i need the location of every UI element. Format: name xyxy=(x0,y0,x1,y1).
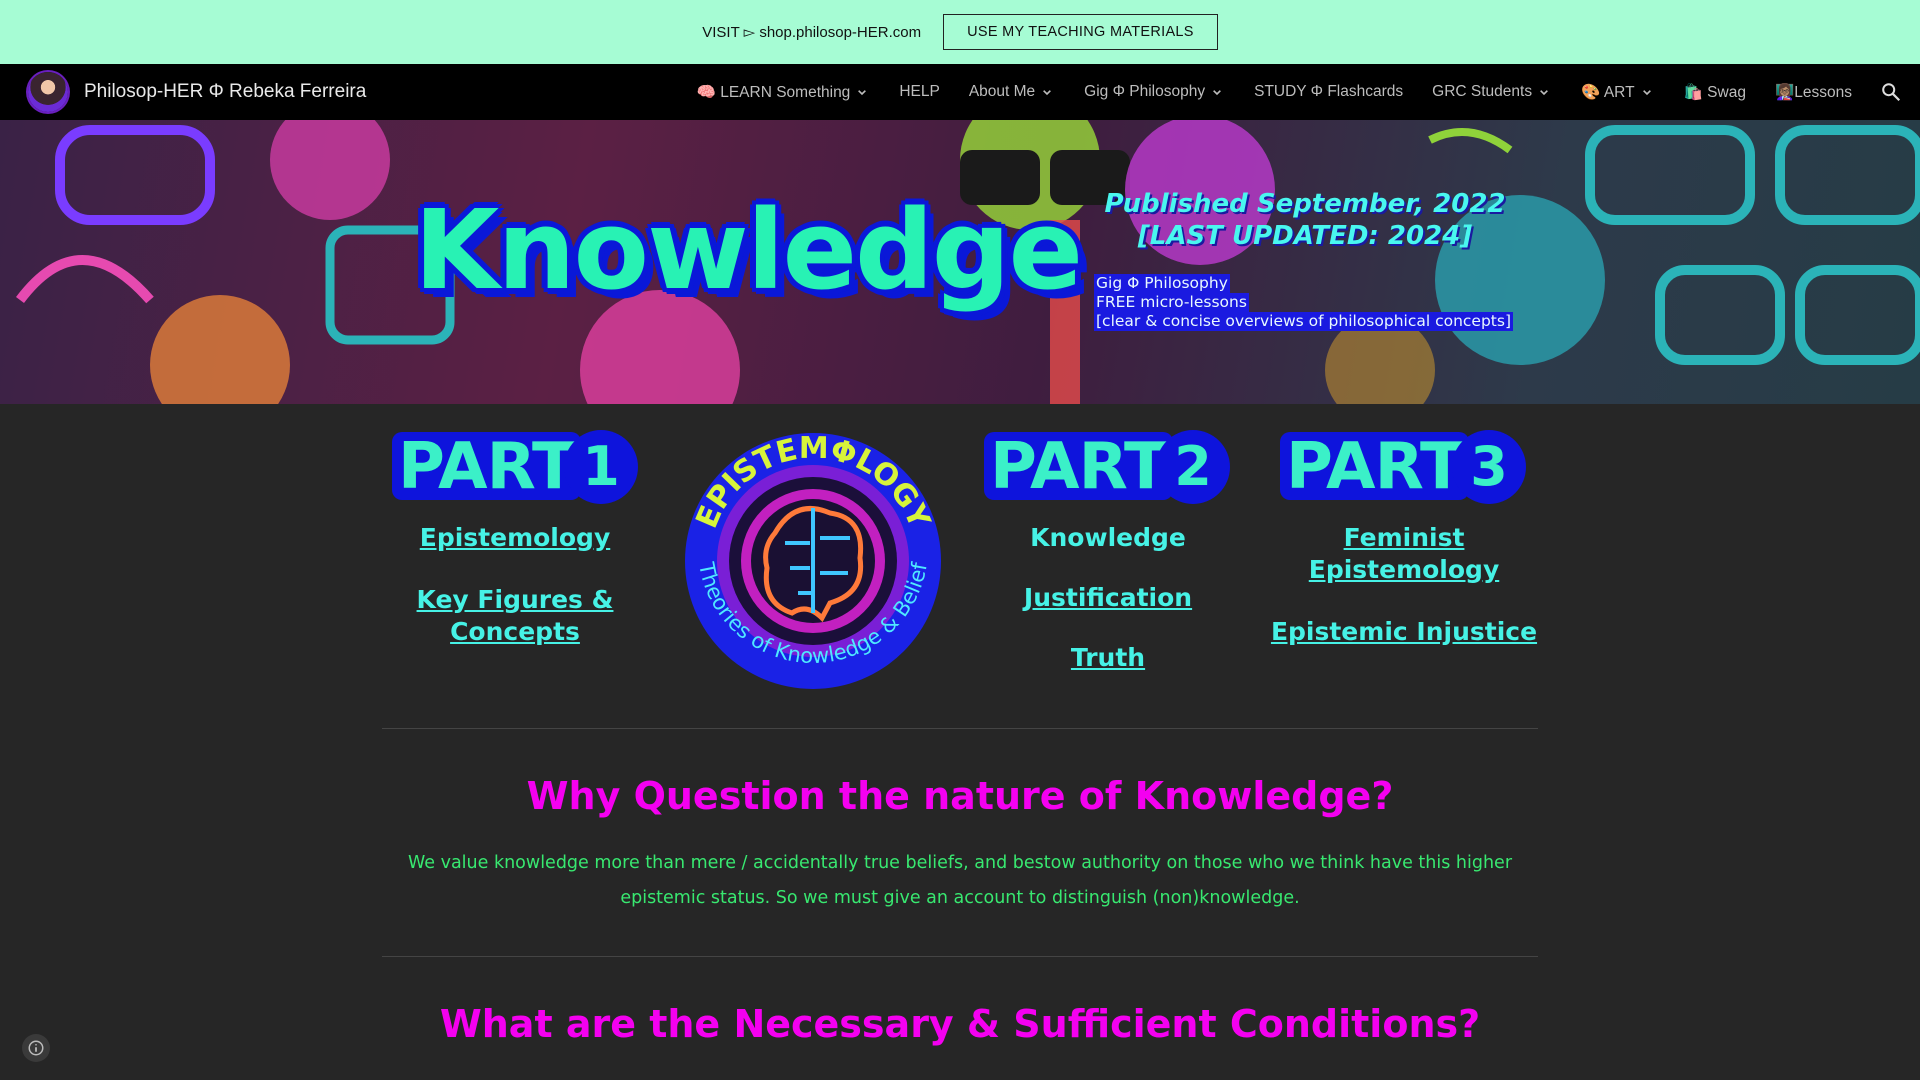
nav-item-label: 🧠 LEARN Something xyxy=(696,83,851,101)
nav-item-about[interactable]: About Me xyxy=(969,83,1055,101)
section-heading-why: Why Question the nature of Knowledge? xyxy=(526,774,1394,818)
part-3: PART 3 xyxy=(1280,430,1530,504)
teaching-materials-button[interactable]: USE MY TEACHING MATERIALS xyxy=(943,14,1218,50)
part-number: 3 xyxy=(1452,430,1526,504)
banner-title: Knowledge xyxy=(414,186,1083,314)
chevron-down-icon xyxy=(1043,90,1052,96)
link-truth[interactable]: Truth xyxy=(988,642,1228,674)
nav-items: 🧠 LEARN Something HELP About Me Gig Φ Ph… xyxy=(697,64,1852,120)
part-word: PART xyxy=(1280,432,1469,502)
gig-line: FREE micro-lessons xyxy=(1094,293,1249,312)
nav-item-study-flashcards[interactable]: STUDY Φ Flashcards xyxy=(1254,83,1403,101)
nav-item-help[interactable]: HELP xyxy=(899,83,940,101)
nav-item-label: HELP xyxy=(899,83,940,100)
nav-item-art[interactable]: 🎨 ART xyxy=(1581,83,1654,102)
nav-item-label: 🎨 ART xyxy=(1581,83,1635,101)
nav-item-lessons[interactable]: 👩🏽‍🏫Lessons xyxy=(1775,83,1852,102)
nav-item-label: STUDY Φ Flashcards xyxy=(1254,83,1404,100)
part-2: PART 2 xyxy=(984,430,1234,504)
chevron-down-icon xyxy=(1213,90,1222,96)
part-number: 1 xyxy=(564,430,638,504)
section-divider xyxy=(382,956,1538,957)
chevron-down-icon xyxy=(1540,90,1548,96)
part-number: 2 xyxy=(1156,430,1230,504)
site-info-button[interactable] xyxy=(22,1034,50,1062)
part-word: PART xyxy=(392,432,581,502)
part-3-links: Feminist Epistemology Epistemic Injustic… xyxy=(1264,522,1544,648)
section-paragraph-why: We value knowledge more than mere / acci… xyxy=(407,853,1513,908)
gig-line: Gig Φ Philosophy xyxy=(1094,274,1230,293)
section-divider xyxy=(382,728,1538,729)
part-2-badge: PART 2 xyxy=(984,430,1234,504)
link-feminist-epistemology[interactable]: Feminist Epistemology xyxy=(1304,522,1504,586)
link-epistemic-injustice[interactable]: Epistemic Injustice xyxy=(1264,616,1544,648)
site-title[interactable]: Philosop-HER Φ Rebeka Ferreira xyxy=(84,81,366,103)
announcement-bar: VISIT ▻ shop.philosop-HER.com USE MY TEA… xyxy=(0,0,1920,64)
search-icon[interactable] xyxy=(1880,81,1902,103)
published-date: Published September, 2022 [LAST UPDATED:… xyxy=(1104,189,1506,251)
gig-line: [clear & concise overviews of philosophi… xyxy=(1094,312,1514,331)
link-key-figures[interactable]: Key Figures & Concepts xyxy=(395,584,635,648)
announcement-text[interactable]: VISIT ▻ shop.philosop-HER.com xyxy=(702,23,921,41)
info-icon xyxy=(28,1040,44,1056)
nav-item-label: 👩🏽‍🏫Lessons xyxy=(1774,83,1852,101)
nav-item-label: GRC Students xyxy=(1432,83,1533,100)
nav-item-grc-students[interactable]: GRC Students xyxy=(1432,83,1552,101)
part-word: PART xyxy=(984,432,1173,502)
section-heading-conditions: What are the Necessary & Sufficient Cond… xyxy=(439,1002,1481,1046)
site-avatar[interactable] xyxy=(28,72,68,112)
nav-item-label: Gig Φ Philosophy xyxy=(1084,83,1206,100)
link-justification[interactable]: Justification xyxy=(988,582,1228,614)
part-1: PART 1 xyxy=(392,430,642,504)
gig-description: Gig Φ Philosophy FREE micro-lessons [cle… xyxy=(1094,274,1514,331)
part-1-badge: PART 1 xyxy=(392,430,642,504)
chevron-down-icon xyxy=(1642,90,1651,96)
hero-banner: Knowledge Published September, 2022 [LAS… xyxy=(0,120,1920,404)
knowledge-label: Knowledge xyxy=(1030,523,1186,552)
part-1-links: Epistemology Key Figures & Concepts xyxy=(395,522,635,648)
part-2-links: Knowledge Justification Truth xyxy=(988,522,1228,674)
chevron-down-icon xyxy=(858,90,867,96)
nav-item-gig-philosophy[interactable]: Gig Φ Philosophy xyxy=(1084,83,1225,101)
top-navigation: Philosop-HER Φ Rebeka Ferreira 🧠 LEARN S… xyxy=(0,64,1920,120)
nav-item-label: About Me xyxy=(968,83,1036,100)
nav-item-learn[interactable]: 🧠 LEARN Something xyxy=(697,83,871,102)
nav-item-label: 🛍️ Swag xyxy=(1683,83,1746,101)
nav-item-swag[interactable]: 🛍️ Swag xyxy=(1684,83,1746,102)
part-3-badge: PART 3 xyxy=(1280,430,1530,504)
link-epistemology[interactable]: Epistemology xyxy=(395,522,635,554)
epistemology-logo: EPISTEMΦLOGY Theories of Knowledge & Bel… xyxy=(685,431,941,689)
